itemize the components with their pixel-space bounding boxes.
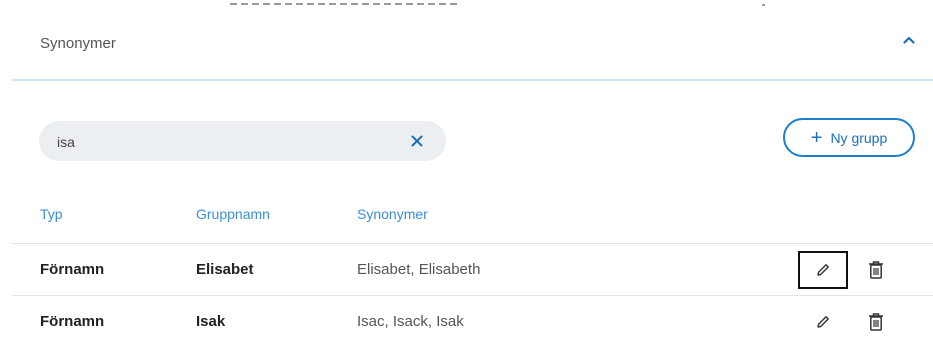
delete-button[interactable] bbox=[858, 252, 894, 288]
row-group-name: Elisabet bbox=[196, 261, 254, 278]
search-input[interactable] bbox=[55, 121, 399, 163]
clipped-previous-content bbox=[230, 0, 460, 6]
clipped-previous-content-dot bbox=[762, 4, 765, 6]
delete-button[interactable] bbox=[858, 304, 894, 340]
section-divider bbox=[12, 79, 933, 81]
pencil-icon bbox=[817, 316, 829, 328]
close-icon bbox=[411, 135, 423, 147]
section-title: Synonymer bbox=[40, 35, 116, 52]
row-group-name: Isak bbox=[196, 313, 226, 330]
table-row-divider bbox=[12, 295, 933, 296]
clear-search-button[interactable] bbox=[404, 121, 430, 161]
collapse-button[interactable] bbox=[900, 32, 918, 48]
row-synonyms: Elisabet, Elisabeth bbox=[357, 261, 481, 278]
new-group-button[interactable]: + Ny grupp bbox=[783, 118, 915, 157]
row-type: Förnamn bbox=[40, 313, 105, 330]
chevron-up-icon bbox=[903, 36, 915, 44]
plus-icon: + bbox=[810, 126, 823, 149]
table-header-divider bbox=[12, 243, 933, 244]
trash-icon bbox=[869, 261, 883, 279]
trash-icon bbox=[869, 313, 883, 331]
column-header-synonyms: Synonymer bbox=[357, 206, 428, 222]
pencil-icon bbox=[817, 264, 829, 276]
edit-button[interactable] bbox=[798, 251, 848, 289]
row-type: Förnamn bbox=[40, 261, 105, 278]
column-header-type: Typ bbox=[40, 206, 63, 222]
new-group-label: Ny grupp bbox=[830, 129, 888, 146]
row-synonyms: Isac, Isack, Isak bbox=[357, 313, 464, 330]
search-field[interactable] bbox=[39, 121, 446, 163]
column-header-group: Gruppnamn bbox=[196, 206, 270, 222]
edit-button[interactable] bbox=[805, 304, 841, 340]
